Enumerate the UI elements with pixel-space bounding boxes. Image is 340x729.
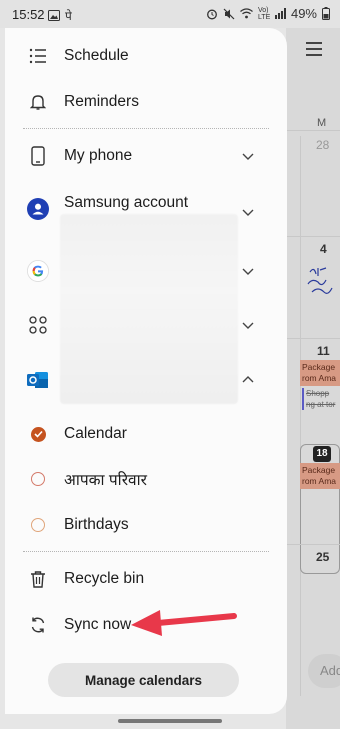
sync-icon bbox=[27, 614, 49, 636]
drawer-item-label: Sync now bbox=[64, 616, 132, 633]
check-icon bbox=[30, 426, 46, 442]
status-extra-text: पे bbox=[65, 9, 72, 23]
image-notification-icon bbox=[48, 10, 60, 21]
divider bbox=[23, 551, 269, 552]
day-number: 11 bbox=[317, 344, 330, 358]
add-event-button[interactable]: Add bbox=[308, 654, 340, 688]
manage-calendars-button[interactable]: Manage calendars bbox=[48, 663, 239, 697]
calendar-checkbox[interactable] bbox=[27, 468, 49, 490]
volte-label: Vo) LTE bbox=[257, 6, 271, 21]
battery-percent: 49% bbox=[290, 6, 317, 21]
calendar-checkbox[interactable] bbox=[27, 514, 49, 536]
account-google[interactable] bbox=[5, 251, 287, 291]
divider bbox=[23, 128, 269, 129]
drawer-item-recycle-bin[interactable]: Recycle bin bbox=[5, 559, 287, 599]
apps-grid-icon bbox=[27, 314, 49, 336]
list-icon bbox=[27, 45, 49, 67]
account-other[interactable] bbox=[5, 305, 287, 345]
calendar-event[interactable]: Package rom Ama bbox=[300, 360, 340, 386]
drawer-item-schedule[interactable]: Schedule bbox=[5, 36, 287, 76]
alarm-icon bbox=[207, 9, 217, 19]
handwritten-note-icon bbox=[307, 267, 333, 294]
calendar-event[interactable]: Package rom Ama bbox=[300, 463, 340, 489]
drawer-item-label: Recycle bin bbox=[64, 570, 145, 587]
empty-circle-icon bbox=[31, 472, 45, 486]
today-number: 18 bbox=[313, 446, 331, 462]
struck-event[interactable]: Shopp ng at tor bbox=[302, 388, 340, 410]
bell-icon bbox=[27, 91, 49, 113]
calendar-checkbox[interactable] bbox=[27, 423, 49, 445]
calendar-item-birthdays[interactable]: Birthdays bbox=[5, 505, 287, 545]
chevron-up-icon[interactable] bbox=[241, 373, 255, 387]
calendar-label: Calendar bbox=[64, 425, 127, 442]
menu-icon[interactable] bbox=[306, 42, 322, 56]
chevron-down-icon[interactable] bbox=[241, 205, 255, 219]
status-time: 15:52 bbox=[12, 7, 45, 22]
account-label: Samsung account bbox=[64, 194, 189, 211]
gesture-navigation-bar[interactable] bbox=[118, 719, 222, 723]
chevron-down-icon[interactable] bbox=[241, 318, 255, 332]
drawer-item-reminders[interactable]: Reminders bbox=[5, 82, 287, 122]
calendar-item-family[interactable]: आपका परिवार bbox=[5, 459, 287, 499]
calendar-item-calendar[interactable]: Calendar bbox=[5, 414, 287, 454]
mute-icon bbox=[223, 8, 235, 19]
google-icon bbox=[27, 260, 49, 282]
account-outlook[interactable] bbox=[5, 360, 287, 400]
account-label: My phone bbox=[64, 147, 133, 164]
account-my-phone[interactable]: My phone bbox=[5, 136, 287, 176]
annotation-arrow-icon bbox=[131, 610, 237, 636]
weekday-label: M bbox=[317, 117, 327, 129]
trash-icon bbox=[27, 568, 49, 590]
calendar-label: Birthdays bbox=[64, 516, 129, 533]
status-right-icons: Vo) LTE 49% bbox=[206, 6, 330, 21]
chevron-down-icon[interactable] bbox=[241, 264, 255, 278]
empty-circle-icon bbox=[31, 518, 45, 532]
calendar-label: आपका परिवार bbox=[64, 472, 148, 489]
day-number: 28 bbox=[316, 138, 330, 152]
signal-icon bbox=[274, 8, 286, 19]
day-number: 4 bbox=[320, 242, 327, 256]
battery-icon bbox=[322, 7, 330, 20]
drawer-item-label: Schedule bbox=[64, 47, 129, 64]
background-calendar: M 28 4 11 Package rom Ama Shopp ng at to… bbox=[286, 28, 340, 729]
status-bar: 15:52 पे Vo) LTE 49% bbox=[0, 0, 340, 28]
wifi-icon bbox=[240, 8, 253, 19]
drawer-item-label: Reminders bbox=[64, 93, 139, 110]
status-left-icons: पे bbox=[48, 7, 72, 24]
chevron-down-icon[interactable] bbox=[241, 149, 255, 163]
day-number: 25 bbox=[316, 550, 330, 564]
phone-icon bbox=[27, 145, 49, 167]
outlook-icon bbox=[27, 369, 49, 391]
samsung-account-icon bbox=[27, 198, 49, 220]
